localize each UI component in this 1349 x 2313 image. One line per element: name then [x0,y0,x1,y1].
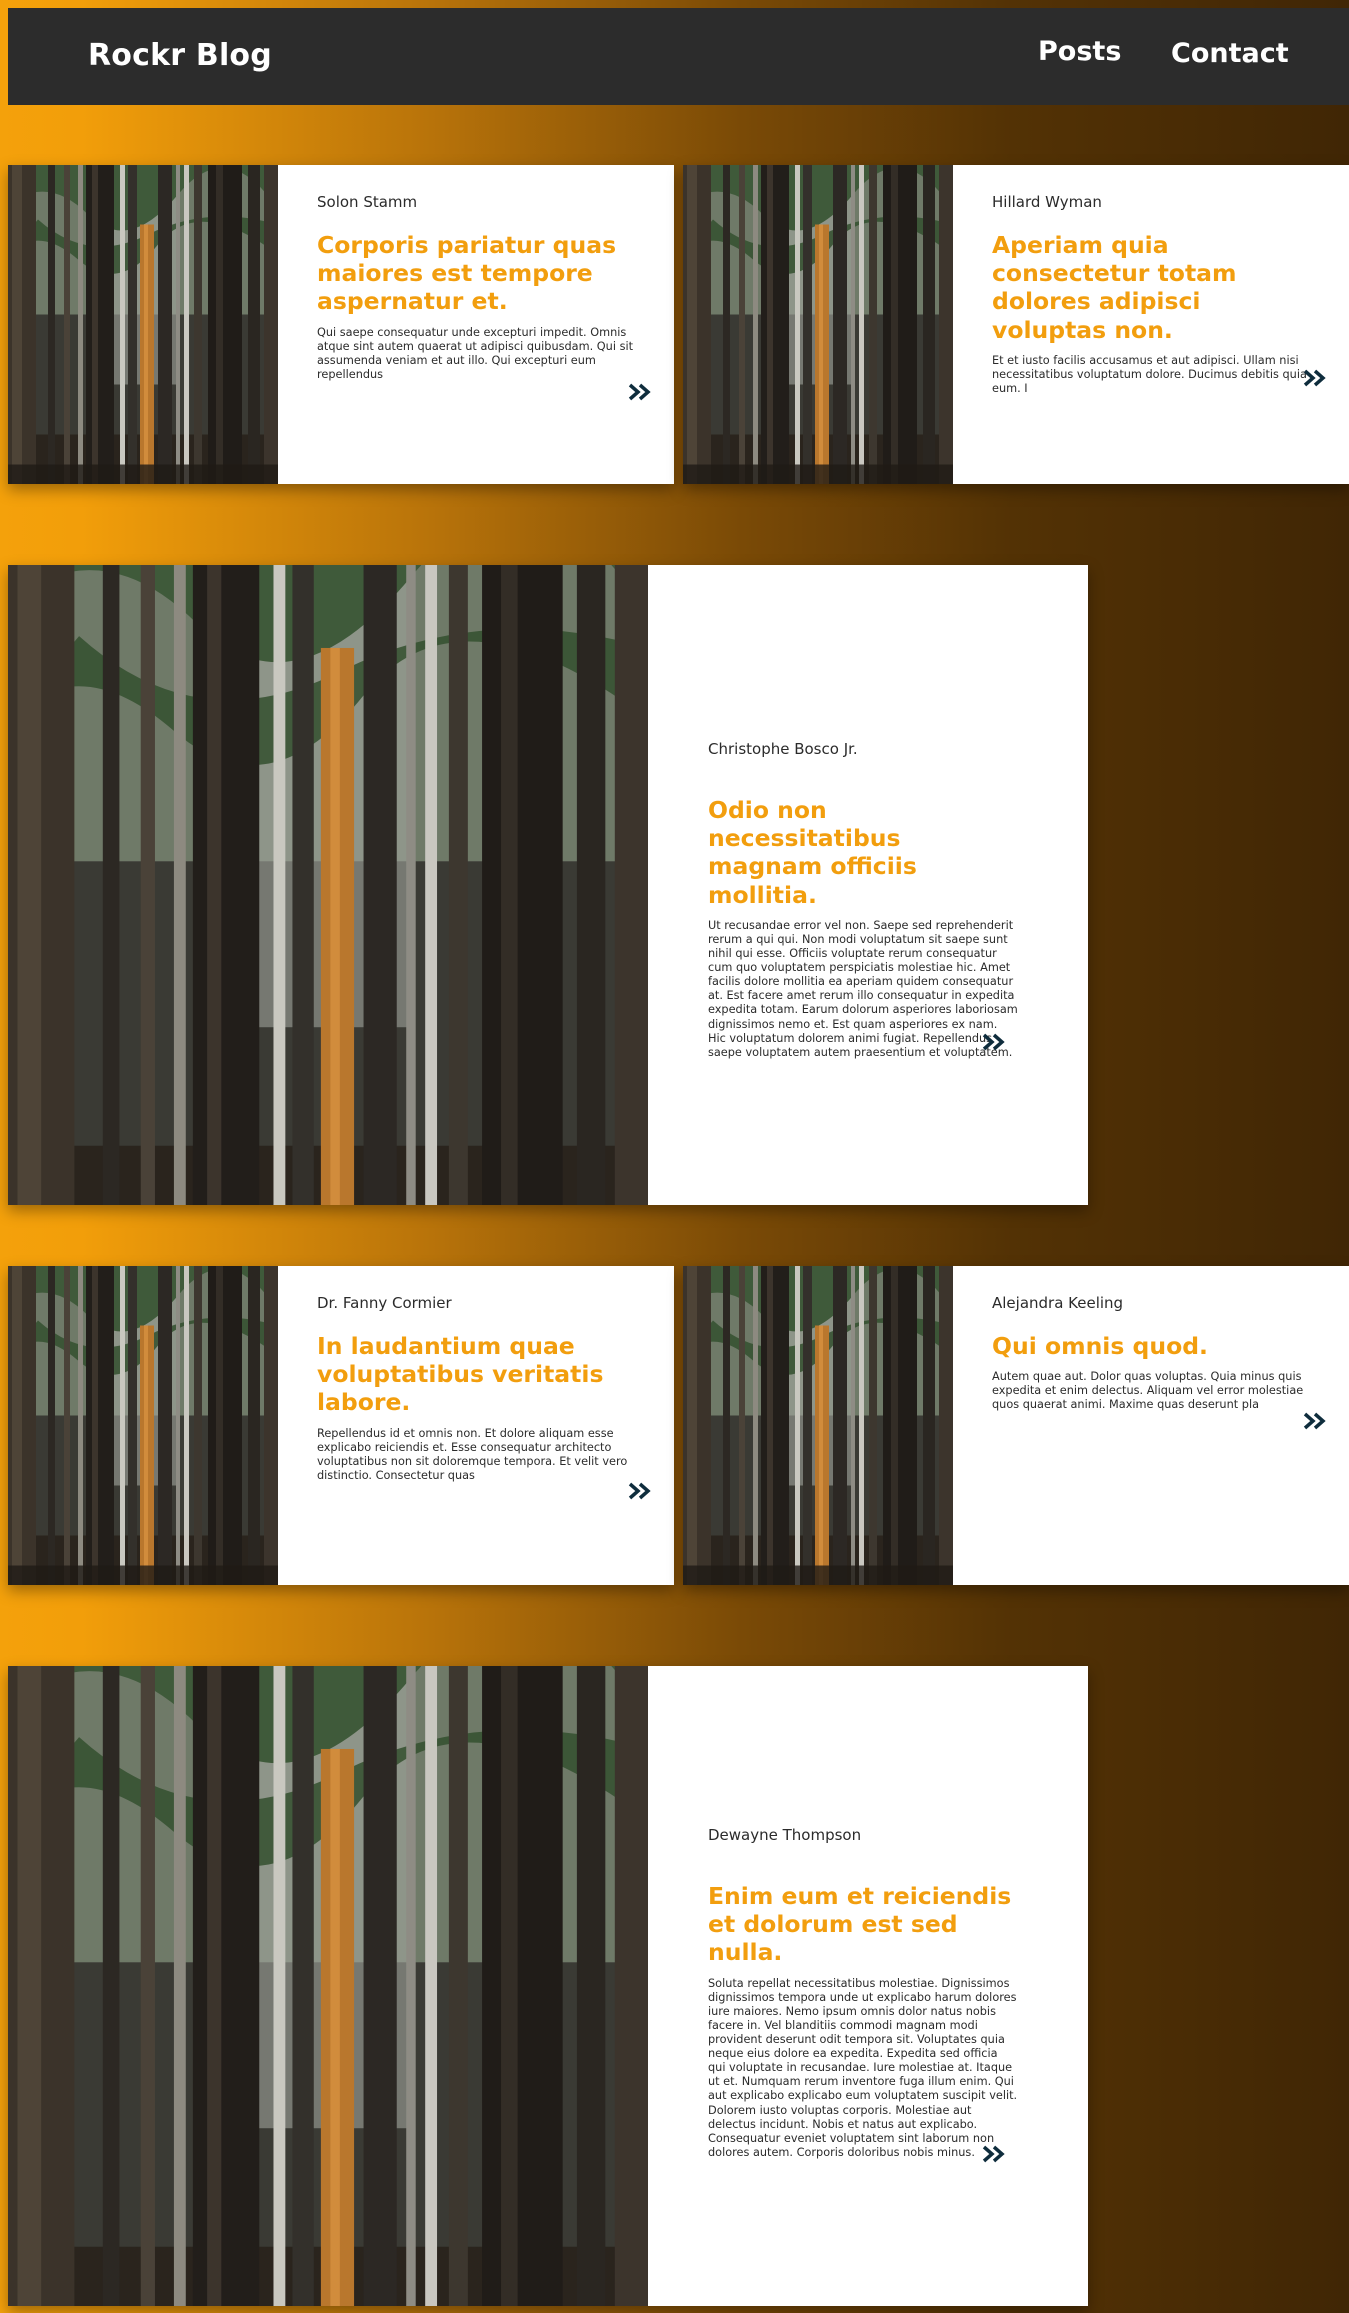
post-author: Dr. Fanny Cormier [317,1294,452,1312]
post-body: Solon Stamm Corporis pariatur quas maior… [317,193,647,382]
post-image[interactable] [8,165,278,484]
post-image[interactable] [683,1266,953,1585]
post-image[interactable] [8,1266,278,1585]
double-chevron-right-icon[interactable] [628,1482,652,1500]
post-author: Alejandra Keeling [992,1294,1124,1312]
post-card[interactable]: Solon Stamm Corporis pariatur quas maior… [8,165,674,484]
post-title[interactable]: Aperiam quia consectetur totam dolores a… [992,231,1322,344]
post-author: Hillard Wyman [992,193,1102,211]
post-excerpt: Ut recusandae error vel non. Saepe sed r… [708,918,1018,1059]
post-card[interactable]: Dr. Fanny Cormier In laudantium quae vol… [8,1266,674,1585]
post-body: Dewayne Thompson Enim eum et reiciendis … [708,1826,1018,2160]
double-chevron-right-icon[interactable] [1303,1412,1327,1430]
post-body: Christophe Bosco Jr. Odio non necessitat… [708,740,1018,1060]
post-title[interactable]: Enim eum et reiciendis et dolorum est se… [708,1882,1018,1967]
post-author: Solon Stamm [317,193,418,211]
post-card[interactable]: Hillard Wyman Aperiam quia consectetur t… [683,165,1349,484]
double-chevron-right-icon[interactable] [1303,369,1327,387]
post-title[interactable]: Corporis pariatur quas maiores est tempo… [317,231,647,316]
post-excerpt: Repellendus id et omnis non. Et dolore a… [317,1426,628,1482]
double-chevron-right-icon[interactable] [982,1033,1006,1051]
nav-link-posts[interactable]: Posts [1038,36,1121,67]
post-excerpt: Autem quae aut. Dolor quas voluptas. Qui… [992,1370,1304,1412]
double-chevron-right-icon[interactable] [982,2145,1006,2163]
post-title[interactable]: In laudantium quae voluptatibus veritati… [317,1332,647,1417]
featured-post-card[interactable]: Christophe Bosco Jr. Odio non necessitat… [8,565,1088,1205]
post-image[interactable] [683,165,953,484]
featured-post-card[interactable]: Dewayne Thompson Enim eum et reiciendis … [8,1666,1088,2306]
post-card[interactable]: Alejandra Keeling Qui omnis quod. Autem … [683,1266,1349,1585]
post-excerpt: Soluta repellat necessitatibus molestiae… [708,1976,1018,2159]
post-body: Dr. Fanny Cormier In laudantium quae vol… [317,1294,647,1483]
post-excerpt: Et et iusto facilis accusamus et aut adi… [992,353,1307,395]
brand-logo[interactable]: Rockr Blog [88,38,272,73]
post-title[interactable]: Odio non necessitatibus magnam officiis … [708,796,1018,909]
post-author: Christophe Bosco Jr. [708,740,858,758]
double-chevron-right-icon[interactable] [628,383,652,401]
nav-link-contact[interactable]: Contact [1171,38,1289,69]
post-excerpt: Qui saepe consequatur unde excepturi imp… [317,325,634,381]
post-body: Hillard Wyman Aperiam quia consectetur t… [992,193,1322,396]
post-title[interactable]: Qui omnis quod. [992,1332,1322,1360]
post-image[interactable] [8,565,648,1205]
post-image[interactable] [8,1666,648,2306]
post-author: Dewayne Thompson [708,1826,862,1844]
post-body: Alejandra Keeling Qui omnis quod. Autem … [992,1294,1322,1413]
top-navbar: Rockr Blog Posts Contact [8,8,1349,105]
